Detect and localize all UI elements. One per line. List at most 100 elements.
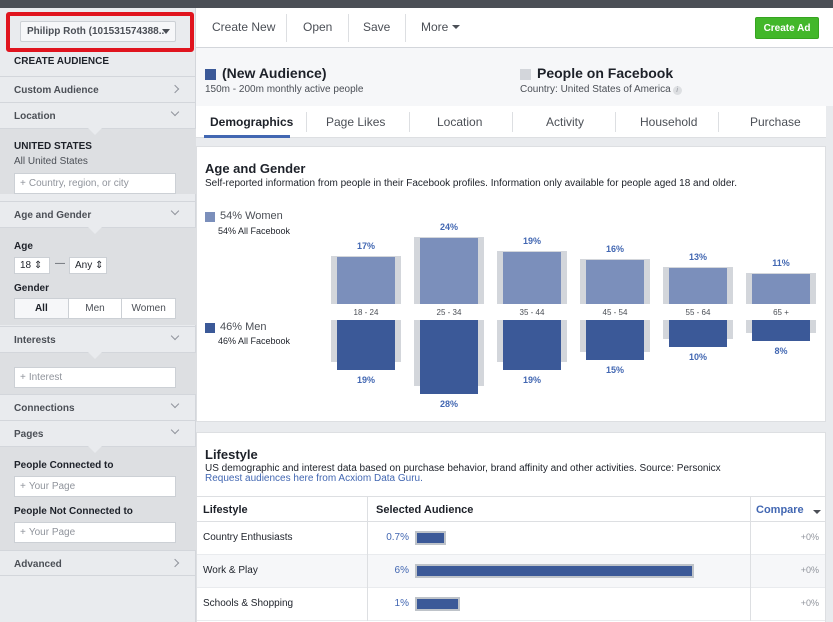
caret-down-icon[interactable] — [813, 510, 821, 514]
lifestyle-bar — [417, 533, 444, 543]
women-bar — [420, 238, 478, 304]
section-age-gender[interactable]: Age and Gender — [0, 201, 196, 227]
tab-divider — [615, 112, 616, 132]
section-advanced[interactable]: Advanced — [0, 550, 196, 576]
more-button[interactable]: More — [421, 20, 460, 34]
save-button[interactable]: Save — [363, 20, 390, 34]
age-dash: — — [55, 258, 65, 269]
lifestyle-rows: Country Enthusiasts 0.7% +0% Work & Play 6% +… — [197, 522, 825, 622]
create-new-button[interactable]: Create New — [212, 20, 275, 34]
comparison-country: Country: United States of America i — [520, 84, 682, 95]
age-max-value: Any — [75, 260, 93, 271]
account-label: Philipp Roth (101531574388.. — [27, 26, 165, 37]
lifestyle-name: Country Enthusiasts — [203, 532, 293, 543]
lifestyle-row[interactable]: Country Enthusiasts 0.7% +0% — [197, 522, 825, 555]
updown-icon: ⇕ — [33, 260, 43, 271]
toolbar-divider — [286, 14, 287, 42]
active-tab-underline — [204, 135, 290, 138]
section-label: Location — [14, 111, 56, 122]
gender-men-button[interactable]: Men — [69, 299, 123, 318]
tab-household[interactable]: Household — [640, 115, 697, 129]
comparison-color-swatch — [520, 69, 531, 80]
lifestyle-value: 1% — [394, 598, 409, 609]
interest-input[interactable]: + Interest — [14, 367, 176, 388]
location-input[interactable]: + Country, region, or city — [14, 173, 176, 194]
compare-dropdown[interactable]: Compare — [756, 504, 804, 516]
gender-toggle: All Men Women — [14, 298, 176, 319]
column-divider — [750, 522, 751, 555]
section-label: Advanced — [14, 559, 62, 570]
lifestyle-bar — [417, 599, 458, 609]
men-bar — [586, 320, 644, 360]
pages-panel: People Connected to + Your Page People No… — [0, 446, 196, 550]
caret-down-icon — [162, 29, 170, 34]
acxiom-link[interactable]: Request audiences here from Acxiom Data … — [205, 473, 423, 484]
tab-activity[interactable]: Activity — [546, 115, 584, 129]
age-range-label: 35 - 44 — [519, 308, 545, 317]
section-interests[interactable]: Interests — [0, 326, 196, 352]
lifestyle-compare: +0% — [800, 565, 819, 575]
women-value-label: 16% — [605, 244, 624, 254]
top-strip — [0, 0, 833, 8]
men-value-label: 19% — [356, 375, 375, 386]
section-pages[interactable]: Pages — [0, 420, 196, 446]
plus-icon: + — [20, 178, 26, 189]
age-range-label: 18 - 24 — [353, 308, 379, 317]
age-range-label: 65 + — [773, 308, 789, 317]
women-bar — [752, 273, 810, 304]
connected-page-input[interactable]: + Your Page — [14, 476, 176, 497]
open-button[interactable]: Open — [303, 20, 332, 34]
women-bar — [337, 257, 395, 304]
men-bar — [337, 320, 395, 371]
section-label: Pages — [14, 429, 44, 440]
lifestyle-compare: +0% — [800, 598, 819, 608]
interests-panel: + Interest — [0, 352, 196, 394]
section-connections[interactable]: Connections — [0, 394, 196, 420]
section-label: Interests — [14, 335, 56, 346]
women-bar — [586, 260, 644, 304]
not-connected-label: People Not Connected to — [14, 506, 133, 517]
age-min-select[interactable]: 18 ⇕ — [14, 257, 50, 274]
men-value-label: 19% — [522, 375, 541, 386]
chevron-down-icon — [170, 331, 180, 341]
location-placeholder: Country, region, or city — [28, 178, 129, 189]
gender-women-button[interactable]: Women — [122, 299, 175, 318]
section-location[interactable]: Location — [0, 102, 196, 128]
info-icon[interactable]: i — [672, 86, 682, 95]
column-divider — [367, 522, 368, 555]
lifestyle-table-header: Lifestyle Selected Audience Compare — [197, 496, 825, 523]
section-custom-audience[interactable]: Custom Audience — [0, 76, 196, 102]
chevron-down-icon — [170, 206, 180, 216]
age-range-label: 25 - 34 — [436, 308, 462, 317]
tab-page-likes[interactable]: Page Likes — [326, 115, 385, 129]
age-range-label: 55 - 64 — [685, 308, 711, 317]
tab-divider — [306, 112, 307, 132]
lifestyle-row[interactable]: Work & Play 6% +0% — [197, 555, 825, 588]
tab-purchase[interactable]: Purchase — [750, 115, 801, 129]
account-selector[interactable]: Philipp Roth (101531574388.. — [20, 21, 176, 42]
tab-divider — [512, 112, 513, 132]
panel-notch — [88, 352, 102, 359]
chevron-down-icon — [170, 425, 180, 435]
tab-demographics[interactable]: Demographics — [210, 115, 293, 129]
women-value-label: 19% — [522, 235, 541, 246]
lifestyle-card: Lifestyle US demographic and interest da… — [196, 432, 826, 622]
lifestyle-row[interactable]: Schools & Shopping 1% +0% — [197, 588, 825, 621]
location-panel: UNITED STATES All United States + Country… — [0, 128, 196, 194]
lifestyle-compare: +0% — [800, 532, 819, 542]
not-connected-page-input[interactable]: + Your Page — [14, 522, 176, 543]
plus-icon: + — [20, 481, 26, 492]
gender-all-button[interactable]: All — [15, 299, 69, 318]
tab-location[interactable]: Location — [437, 115, 482, 129]
create-ad-button[interactable]: Create Ad — [755, 17, 819, 39]
audience-title: (New Audience) — [222, 65, 327, 81]
men-bar — [669, 320, 727, 347]
chevron-down-icon — [170, 399, 180, 409]
women-bar — [503, 251, 561, 304]
age-max-select[interactable]: Any ⇕ — [69, 257, 107, 274]
lifestyle-title: Lifestyle — [205, 447, 258, 462]
panel-notch — [88, 128, 102, 135]
women-value-label: 17% — [356, 241, 375, 252]
men-bar — [503, 320, 561, 371]
tab-bar: Demographics Page Likes Location Activit… — [196, 106, 826, 138]
